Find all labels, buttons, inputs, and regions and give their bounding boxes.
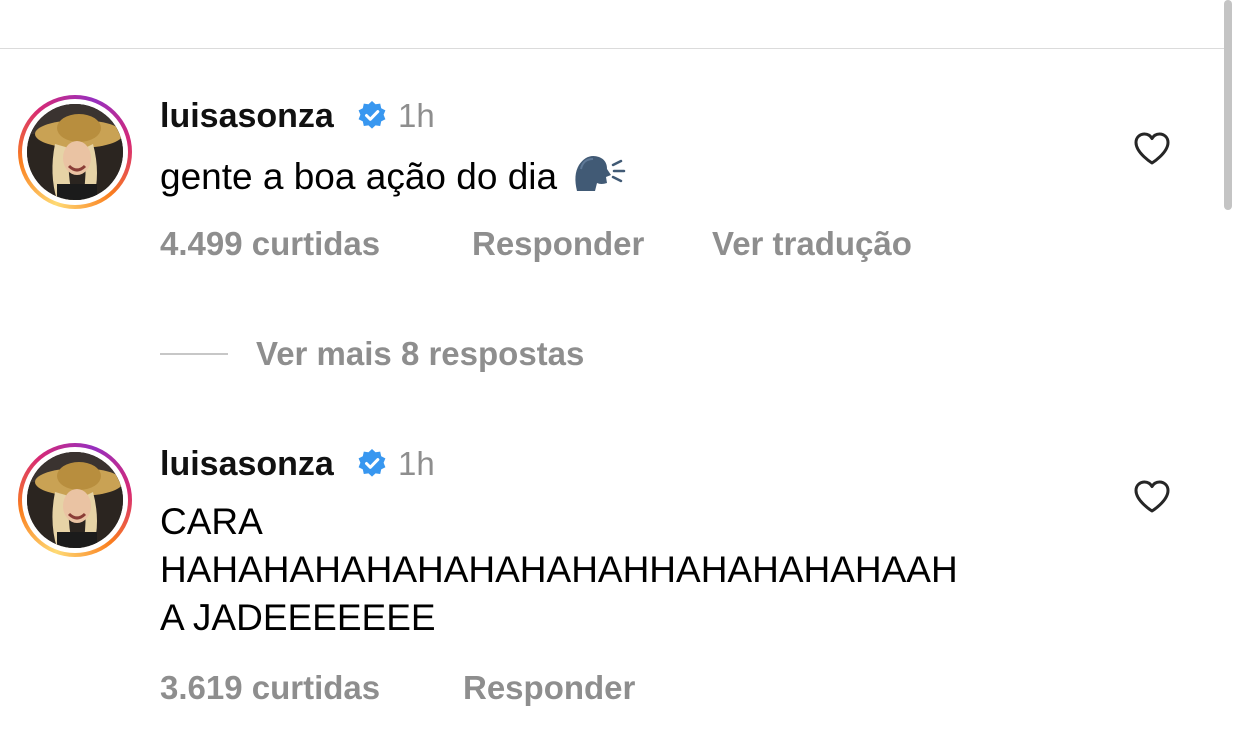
- comment-text-line: gente a boa ação do dia: [160, 155, 558, 197]
- avatar-story-ring[interactable]: [18, 443, 132, 557]
- comment-text-line: CARA: [160, 501, 263, 542]
- reply-button[interactable]: Responder: [472, 224, 644, 264]
- like-heart-icon[interactable]: [1132, 477, 1172, 517]
- verified-badge-icon: [358, 449, 386, 477]
- avatar[interactable]: [27, 452, 123, 548]
- view-more-replies-button[interactable]: Ver mais 8 respostas: [256, 334, 584, 374]
- comment-username[interactable]: luisasonza: [160, 96, 334, 136]
- like-heart-icon[interactable]: [1132, 129, 1172, 169]
- avatar[interactable]: [27, 104, 123, 200]
- see-translation-button[interactable]: Ver tradução: [712, 224, 912, 264]
- comment-username[interactable]: luisasonza: [160, 444, 334, 484]
- reply-button[interactable]: Responder: [463, 668, 635, 708]
- likes-count[interactable]: 3.619 curtidas: [160, 668, 380, 708]
- comment-time: 1h: [398, 97, 435, 134]
- comment-time: 1h: [398, 445, 435, 482]
- comment-text: gente a boa ação do dia: [160, 151, 627, 207]
- avatar-story-ring[interactable]: [18, 95, 132, 209]
- comment-text-line: A JADEEEEEEE: [160, 597, 436, 638]
- speaking-head-icon: [571, 151, 627, 207]
- verified-badge-icon: [358, 101, 386, 129]
- scrollbar[interactable]: [1224, 0, 1232, 210]
- replies-divider-line: [160, 353, 228, 355]
- top-divider: [0, 48, 1228, 49]
- likes-count[interactable]: 4.499 curtidas: [160, 224, 380, 264]
- comment-text-line: HAHAHAHAHAHAHAHAHAHHAHAHAHAHAAH: [160, 549, 958, 590]
